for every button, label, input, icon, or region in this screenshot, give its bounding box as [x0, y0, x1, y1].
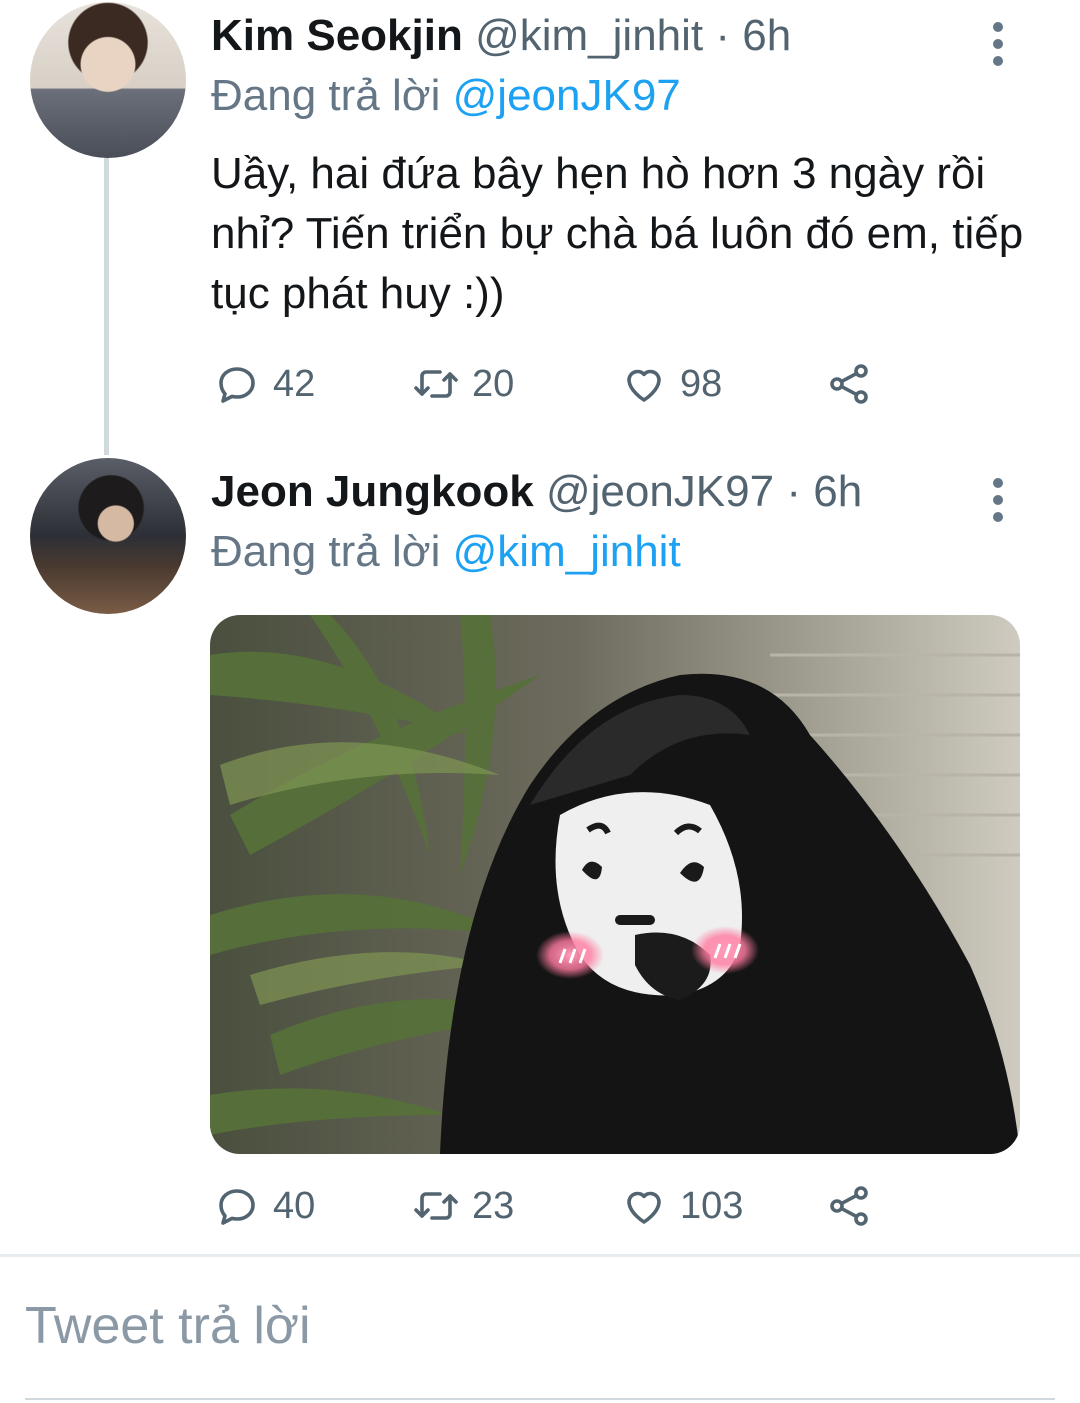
- timestamp[interactable]: 6h: [742, 11, 791, 60]
- more-vertical-icon[interactable]: [986, 470, 1010, 530]
- tweet-text: Uầy, hai đứa bây hẹn hò hơn 3 ngày rồi n…: [211, 149, 1024, 318]
- replying-to: Đang trả lời @kim_jinhit: [211, 526, 681, 578]
- retweet-icon: [414, 1192, 458, 1220]
- retweet-button[interactable]: 20: [412, 360, 514, 408]
- retweet-icon: [414, 370, 458, 398]
- display-name[interactable]: Jeon Jungkook: [211, 467, 534, 516]
- tweet-media-image[interactable]: [210, 615, 1020, 1154]
- reply-button[interactable]: 42: [213, 360, 315, 408]
- retweet-button[interactable]: 23: [412, 1182, 514, 1230]
- like-button[interactable]: 103: [620, 1182, 743, 1230]
- timestamp[interactable]: 6h: [813, 467, 862, 516]
- retweet-count: 20: [472, 362, 515, 405]
- tweet-header: Jeon Jungkook @jeonJK97 · 6h: [211, 466, 862, 518]
- share-button[interactable]: [825, 1182, 873, 1230]
- avatar[interactable]: [30, 458, 186, 614]
- user-handle[interactable]: @jeonJK97: [546, 467, 774, 516]
- mention-link[interactable]: @kim_jinhit: [453, 527, 681, 576]
- input-underline: [25, 1398, 1055, 1400]
- mention-link[interactable]: @jeonJK97: [453, 71, 681, 120]
- share-button[interactable]: [825, 360, 873, 408]
- tweet-header: Kim Seokjin @kim_jinhit · 6h: [211, 10, 791, 62]
- user-handle[interactable]: @kim_jinhit: [475, 11, 703, 60]
- display-name[interactable]: Kim Seokjin: [211, 11, 463, 60]
- share-icon: [830, 1186, 868, 1226]
- share-icon: [830, 364, 868, 404]
- reply-button[interactable]: 40: [213, 1182, 315, 1230]
- retweet-count: 23: [472, 1184, 515, 1227]
- reply-count: 42: [273, 362, 316, 405]
- more-vertical-icon[interactable]: [986, 14, 1010, 74]
- replying-prefix: Đang trả lời: [211, 527, 453, 576]
- reply-count: 40: [273, 1184, 316, 1227]
- heart-icon: [627, 1191, 661, 1224]
- replying-to: Đang trả lời @jeonJK97: [211, 70, 681, 122]
- like-button[interactable]: 98: [620, 360, 722, 408]
- reply-input[interactable]: Tweet trả lời: [25, 1296, 311, 1356]
- separator: ·: [703, 11, 743, 60]
- thread-connector: [104, 157, 109, 455]
- reply-icon: [219, 367, 255, 403]
- separator: ·: [774, 467, 814, 516]
- reply-icon: [219, 1189, 255, 1225]
- heart-icon: [627, 369, 661, 402]
- divider: [0, 1254, 1080, 1257]
- like-count: 98: [680, 362, 723, 405]
- replying-prefix: Đang trả lời: [211, 71, 453, 120]
- like-count: 103: [680, 1184, 744, 1227]
- avatar[interactable]: [30, 2, 186, 158]
